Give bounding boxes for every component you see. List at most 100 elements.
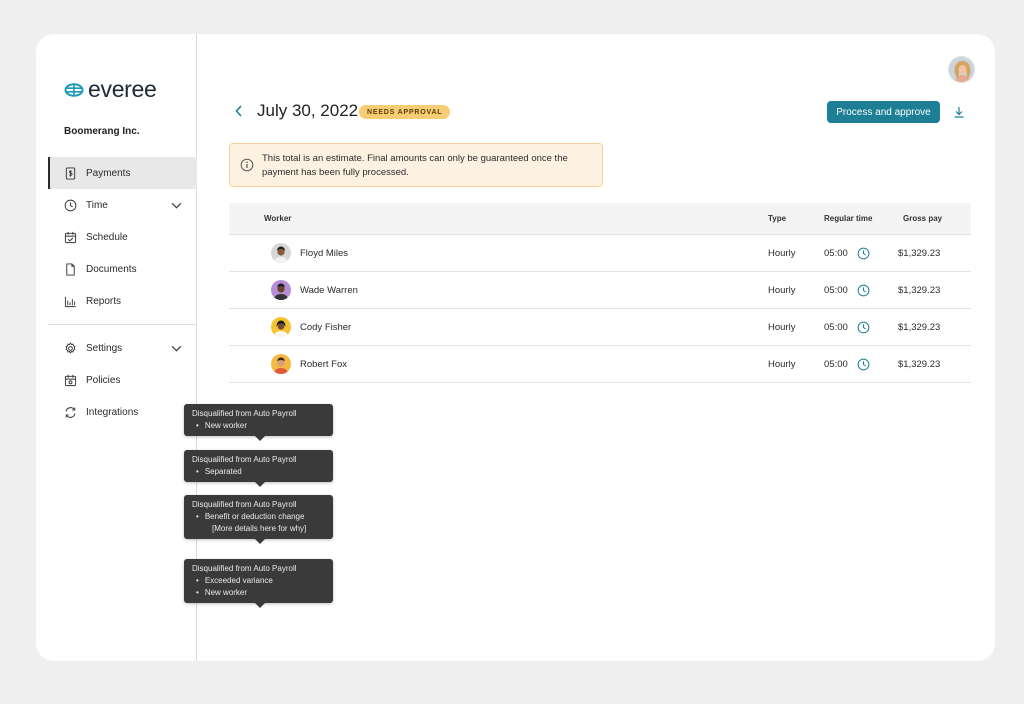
- tooltip-reason: New worker: [192, 587, 325, 599]
- tooltip-reasons: Exceeded variance New worker: [192, 575, 325, 599]
- tooltip-reason: Benefit or deduction change: [192, 511, 325, 523]
- sidebar-item-time[interactable]: Time: [48, 189, 197, 221]
- bar-chart-icon: [64, 296, 76, 307]
- tooltip-reasons: Separated: [192, 466, 325, 478]
- worker-type: Hourly: [768, 285, 796, 296]
- status-badge: NEEDS APPROVAL: [359, 105, 451, 119]
- tooltip-reason: Exceeded variance: [192, 575, 325, 587]
- logo[interactable]: everee: [64, 76, 157, 103]
- tooltip-title: Disqualified from Auto Payroll: [192, 500, 297, 509]
- page-title: July 30, 2022: [257, 101, 359, 120]
- chevron-down-icon[interactable]: [170, 199, 183, 212]
- calendar-check-icon: [64, 231, 77, 243]
- chevron-down-icon[interactable]: [170, 342, 183, 355]
- tooltip-reasons: New worker: [192, 420, 325, 432]
- sidebar-item-label: Documents: [86, 263, 137, 275]
- clock-icon[interactable]: [857, 247, 870, 260]
- clock-icon: [64, 199, 77, 211]
- table-row[interactable]: Wade Warren Hourly 05:00 $1,329.23: [229, 272, 971, 309]
- gear-icon: [65, 341, 76, 354]
- table-row[interactable]: Cody Fisher Hourly 05:00 $1,329.23: [229, 309, 971, 346]
- tooltip-reason: New worker: [192, 420, 325, 432]
- sidebar-item-label: Settings: [86, 342, 123, 354]
- worker-avatar: [271, 280, 291, 300]
- payments-table: Worker Type Regular time Gross pay Floyd…: [229, 203, 971, 383]
- column-header-regular-time[interactable]: Regular time: [824, 214, 872, 223]
- process-and-approve-button[interactable]: Process and approve: [827, 101, 940, 123]
- worker-avatar-image: [271, 354, 291, 374]
- column-header-type[interactable]: Type: [768, 214, 786, 223]
- policy-calendar-icon: [64, 374, 77, 386]
- tooltip-title: Disqualified from Auto Payroll: [192, 455, 297, 464]
- sidebar: everee Boomerang Inc. Payments Time Sche…: [36, 34, 197, 661]
- tooltip-reason: Separated: [192, 466, 325, 478]
- tooltip-title: Disqualified from Auto Payroll: [192, 409, 297, 418]
- worker-name: Floyd Miles: [300, 248, 349, 259]
- tooltip-disqualified: Disqualified from Auto Payroll Benefit o…: [184, 495, 333, 544]
- receipt-icon: [65, 166, 76, 180]
- gross-pay: $1,329.23: [898, 359, 941, 370]
- company-name: Boomerang Inc.: [64, 126, 140, 137]
- user-avatar[interactable]: [948, 56, 975, 83]
- worker-type: Hourly: [768, 359, 796, 370]
- worker-avatar: [271, 317, 291, 337]
- sidebar-item-reports[interactable]: Reports: [48, 285, 197, 317]
- worker-name: Wade Warren: [300, 285, 358, 296]
- download-icon[interactable]: [952, 105, 966, 119]
- regular-time: 05:00: [824, 359, 848, 370]
- worker-avatar-image: [271, 243, 291, 263]
- gross-pay: $1,329.23: [898, 322, 941, 333]
- worker-avatar-image: [271, 280, 291, 300]
- estimate-notice: This total is an estimate. Final amounts…: [229, 143, 603, 187]
- tooltip-disqualified: Disqualified from Auto Payroll Exceeded …: [184, 559, 333, 608]
- sidebar-item-schedule[interactable]: Schedule: [48, 221, 197, 253]
- document-icon: [66, 262, 75, 276]
- gross-pay: $1,329.23: [898, 285, 941, 296]
- worker-avatar-image: [271, 317, 291, 337]
- gross-pay: $1,329.23: [898, 248, 941, 259]
- sidebar-item-policies[interactable]: Policies: [48, 364, 197, 396]
- clock-icon[interactable]: [857, 358, 870, 371]
- sidebar-item-label: Schedule: [86, 231, 128, 243]
- clock-icon[interactable]: [857, 321, 870, 334]
- worker-name: Robert Fox: [300, 359, 347, 370]
- sidebar-item-label: Integrations: [86, 406, 139, 418]
- tooltip-disqualified: Disqualified from Auto Payroll New worke…: [184, 404, 333, 441]
- sidebar-item-label: Policies: [86, 374, 121, 386]
- table-row[interactable]: Floyd Miles Hourly 05:00 $1,329.23: [229, 235, 971, 272]
- tooltip-title: Disqualified from Auto Payroll: [192, 564, 297, 573]
- sidebar-item-label: Time: [86, 199, 108, 211]
- tooltip-reasons: Benefit or deduction change: [192, 511, 325, 523]
- sidebar-item-label: Reports: [86, 295, 122, 307]
- sidebar-item-payments[interactable]: Payments: [48, 157, 197, 189]
- info-icon: [240, 158, 254, 172]
- notice-text: This total is an estimate. Final amounts…: [262, 153, 568, 178]
- logo-text: everee: [88, 76, 157, 102]
- column-header-worker[interactable]: Worker: [264, 214, 291, 223]
- worker-type: Hourly: [768, 248, 796, 259]
- table-row[interactable]: Robert Fox Hourly 05:00 $1,329.23: [229, 346, 971, 383]
- sidebar-item-integrations[interactable]: Integrations: [48, 396, 197, 428]
- sidebar-item-label: Payments: [86, 167, 131, 179]
- worker-avatar: [271, 243, 291, 263]
- tooltip-details-link[interactable]: [More details here for why]: [192, 523, 325, 535]
- sidebar-item-settings[interactable]: Settings: [48, 332, 197, 364]
- regular-time: 05:00: [824, 248, 848, 259]
- tooltip-disqualified: Disqualified from Auto Payroll Separated: [184, 450, 333, 487]
- worker-avatar: [271, 354, 291, 374]
- worker-type: Hourly: [768, 322, 796, 333]
- regular-time: 05:00: [824, 285, 848, 296]
- worker-name: Cody Fisher: [300, 322, 352, 333]
- table-header: Worker Type Regular time Gross pay: [229, 203, 971, 235]
- app-window: everee Boomerang Inc. Payments Time Sche…: [36, 34, 995, 661]
- nav-divider: [48, 324, 197, 325]
- back-chevron-icon[interactable]: [234, 104, 244, 118]
- clock-icon[interactable]: [857, 284, 870, 297]
- column-header-gross-pay[interactable]: Gross pay: [903, 214, 942, 223]
- main-nav: Payments Time Schedule Documents Reports: [48, 157, 197, 428]
- user-avatar-image: [949, 57, 974, 82]
- everee-logo-icon: [64, 82, 84, 97]
- regular-time: 05:00: [824, 322, 848, 333]
- sidebar-item-documents[interactable]: Documents: [48, 253, 197, 285]
- sync-icon: [65, 406, 76, 418]
